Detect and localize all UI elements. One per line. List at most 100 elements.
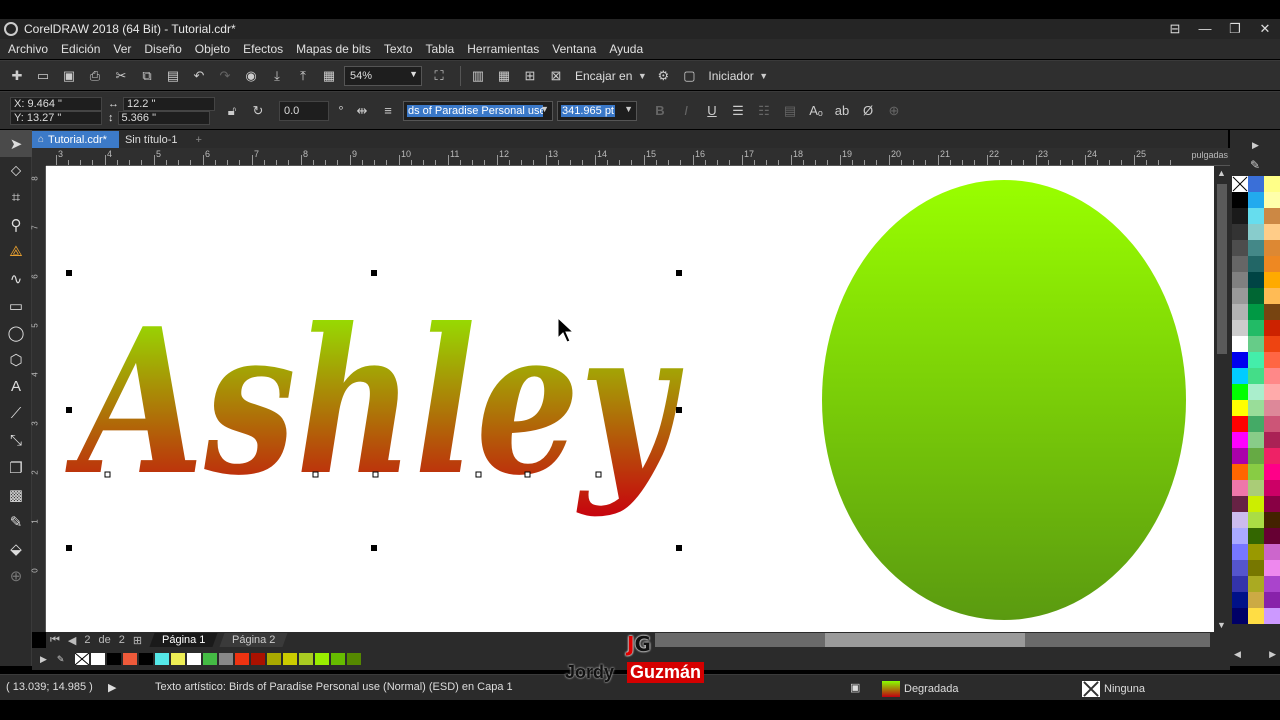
color-swatch[interactable]	[1264, 448, 1280, 464]
color-swatch[interactable]	[1248, 320, 1264, 336]
full-screen-icon[interactable]: ⛶	[428, 65, 450, 87]
lock-ratio-icon[interactable]: 🔓︎	[221, 100, 243, 122]
color-swatch[interactable]	[1232, 528, 1248, 544]
color-swatch[interactable]	[186, 652, 203, 666]
color-swatch[interactable]	[298, 652, 315, 666]
rotation-field[interactable]: 0.0	[279, 100, 329, 121]
tab-tutorial[interactable]: ⌂ Tutorial.cdr*	[32, 131, 119, 148]
color-swatch[interactable]	[1232, 464, 1248, 480]
horizontal-scrollbar[interactable]	[655, 633, 1210, 647]
show-rulers-icon[interactable]: ▥	[467, 65, 489, 87]
color-swatch[interactable]	[1232, 432, 1248, 448]
underline-icon[interactable]: U	[701, 100, 723, 122]
height-field[interactable]: 5.366 "	[117, 110, 210, 125]
fill-indicator[interactable]: Degradada	[882, 681, 958, 697]
vertical-scrollbar[interactable]: ▲ ▼	[1214, 166, 1230, 632]
color-swatch[interactable]	[1232, 368, 1248, 384]
page-tab-1[interactable]: Página 1	[149, 633, 219, 647]
color-swatch[interactable]	[1232, 608, 1248, 624]
color-swatch[interactable]	[1232, 192, 1248, 208]
color-swatch[interactable]	[202, 652, 219, 666]
color-swatch[interactable]	[1264, 608, 1280, 624]
color-swatch[interactable]	[1264, 544, 1280, 560]
color-swatch[interactable]	[1264, 432, 1280, 448]
color-swatch[interactable]	[1248, 560, 1264, 576]
color-swatch[interactable]	[1264, 464, 1280, 480]
status-arrow-icon[interactable]: ▶	[108, 681, 116, 694]
color-swatch[interactable]	[138, 652, 155, 666]
restore-button[interactable]: ❐	[1220, 19, 1250, 39]
color-swatch[interactable]	[1232, 240, 1248, 256]
menu-tabla[interactable]: Tabla	[426, 42, 455, 56]
color-swatch[interactable]	[1248, 544, 1264, 560]
eyedropper-icon[interactable]: ✎	[0, 508, 32, 535]
cut-icon[interactable]: ✂	[110, 65, 132, 87]
color-swatch[interactable]	[1232, 416, 1248, 432]
menu-objeto[interactable]: Objeto	[195, 42, 230, 56]
color-swatch[interactable]	[1264, 176, 1280, 192]
artistic-text-ashley[interactable]: Ashley	[65, 285, 684, 520]
font-list-select[interactable]: ds of Paradise Personal use ▼	[403, 100, 553, 121]
italic-icon[interactable]: I	[675, 100, 697, 122]
color-swatch[interactable]	[1232, 304, 1248, 320]
search-content-icon[interactable]: ◉	[240, 65, 262, 87]
color-swatch[interactable]	[1264, 288, 1280, 304]
palette-eyedropper-icon[interactable]: ✎	[1250, 158, 1260, 172]
drawing-canvas[interactable]: Ashley	[46, 166, 1214, 632]
color-swatch[interactable]	[1264, 304, 1280, 320]
color-swatch[interactable]	[1248, 176, 1264, 192]
align-text-icon[interactable]: ☰	[727, 100, 749, 122]
color-swatch[interactable]	[1248, 240, 1264, 256]
color-swatch[interactable]	[1248, 432, 1264, 448]
menu-mapas-de-bits[interactable]: Mapas de bits	[296, 42, 371, 56]
color-swatch[interactable]	[1248, 288, 1264, 304]
color-swatch[interactable]	[1232, 560, 1248, 576]
color-swatch[interactable]	[106, 652, 123, 666]
polygon-tool-icon[interactable]: ⬡	[0, 346, 32, 373]
zoom-level-select[interactable]: 54% ▼	[344, 65, 422, 86]
color-swatch[interactable]	[314, 652, 331, 666]
interactive-fill-icon[interactable]: ⬙	[0, 535, 32, 562]
color-swatch[interactable]	[1264, 384, 1280, 400]
freehand-tool-icon[interactable]: ⟁	[0, 238, 32, 265]
color-swatch[interactable]	[1248, 512, 1264, 528]
artistic-media-icon[interactable]: ∿	[0, 265, 32, 292]
redo-icon[interactable]: ↷	[214, 65, 236, 87]
color-swatch[interactable]	[1248, 576, 1264, 592]
color-swatch[interactable]	[1264, 576, 1280, 592]
color-swatch[interactable]	[1248, 384, 1264, 400]
color-swatch[interactable]	[1248, 208, 1264, 224]
opentype-icon[interactable]: Ø	[857, 100, 879, 122]
color-swatch[interactable]	[1264, 368, 1280, 384]
color-swatch[interactable]	[1264, 272, 1280, 288]
color-swatch[interactable]	[1264, 592, 1280, 608]
color-swatch[interactable]	[330, 652, 347, 666]
prev-page-icon[interactable]: ◀	[68, 634, 76, 647]
horizontal-ruler[interactable]: pulgadas 3 4 5 6 7 8 9 10 11 12 13 14 15 16 17 18 19 20 21…	[46, 148, 1230, 166]
color-swatch[interactable]	[1232, 336, 1248, 352]
menu-texto[interactable]: Texto	[384, 42, 413, 56]
palette-arrow-icon[interactable]: ▶	[40, 654, 47, 665]
menu-ver[interactable]: Ver	[113, 42, 131, 56]
color-swatch[interactable]	[1264, 560, 1280, 576]
color-swatch[interactable]	[1248, 256, 1264, 272]
color-swatch[interactable]	[218, 652, 235, 666]
color-swatch[interactable]	[1232, 480, 1248, 496]
save-icon[interactable]: ▣	[58, 65, 80, 87]
shape-tool-icon[interactable]: ⬦	[0, 157, 32, 184]
open-folder-icon[interactable]: ▭	[32, 65, 54, 87]
color-swatch[interactable]	[1248, 368, 1264, 384]
color-swatch[interactable]	[1232, 256, 1248, 272]
y-position-field[interactable]: Y: 13.27 "	[10, 110, 102, 125]
bold-icon[interactable]: B	[649, 100, 671, 122]
color-swatch[interactable]	[122, 652, 139, 666]
color-swatch[interactable]	[1248, 464, 1264, 480]
color-swatch[interactable]	[1248, 608, 1264, 624]
color-swatch[interactable]	[1232, 512, 1248, 528]
import-icon[interactable]: ⤓	[266, 65, 288, 87]
menu-archivo[interactable]: Archivo	[8, 42, 48, 56]
palette-scroll-left-icon[interactable]: ◀	[1234, 649, 1241, 660]
rectangle-tool-icon[interactable]: ▭	[0, 292, 32, 319]
transparency-tool-icon[interactable]: ▩	[0, 481, 32, 508]
ruler-corner[interactable]	[32, 148, 46, 166]
